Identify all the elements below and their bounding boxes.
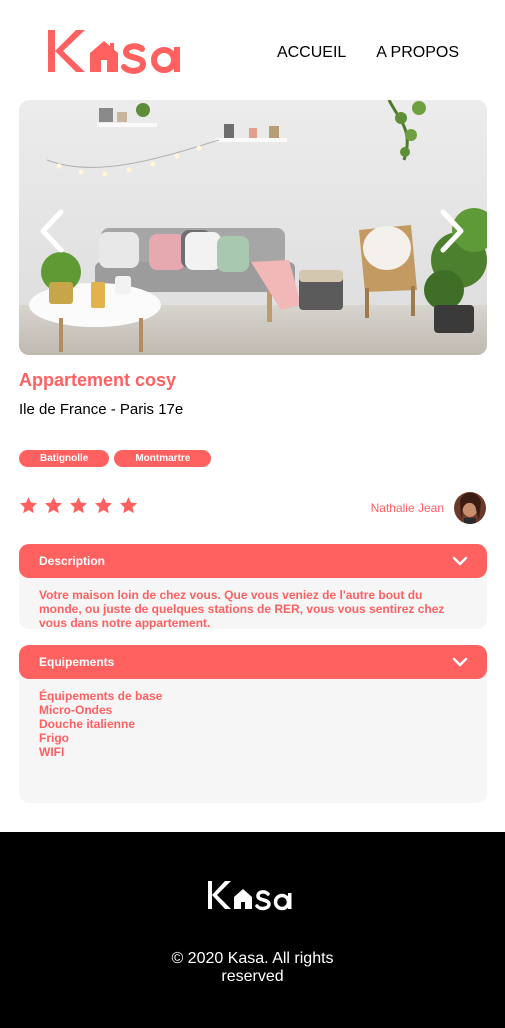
equipment-item: Douche italienne xyxy=(39,717,136,731)
equipments-title: Equipements xyxy=(39,655,115,669)
copyright-line-2: reserved xyxy=(221,968,284,985)
footer-kasa-logo xyxy=(207,879,299,911)
chevron-down-icon xyxy=(452,556,468,566)
star-icon xyxy=(120,497,137,514)
equipments-body: Équipements de base Micro-Ondes Douche i… xyxy=(19,671,487,803)
description-body: Votre maison loin de chez vous. Que vous… xyxy=(19,570,487,630)
copyright-line-1: © 2020 Kasa. All rights xyxy=(171,950,334,967)
rating-stars xyxy=(19,496,138,515)
host-avatar xyxy=(454,492,486,524)
site-footer: © 2020 Kasa. All rights reserved xyxy=(0,832,505,1028)
photo-carousel xyxy=(19,100,487,355)
equipment-item: WIFI xyxy=(39,745,65,759)
footer-kasa-logo-image xyxy=(208,881,292,911)
main-nav: ACCUEIL A PROPOS xyxy=(277,44,459,62)
chevron-left-icon[interactable] xyxy=(37,208,67,254)
star-icon xyxy=(70,497,87,514)
nav-link-a-propos[interactable]: A PROPOS xyxy=(376,44,459,62)
nav-link-accueil[interactable]: ACCUEIL xyxy=(277,44,346,62)
description-title: Description xyxy=(39,554,106,568)
equipment-item: Frigo xyxy=(39,731,69,745)
host-name: Nathalie Jean xyxy=(370,501,444,515)
kasa-logo-image xyxy=(48,30,180,74)
description-toggle[interactable]: Description xyxy=(19,544,487,578)
tag-list: Batignolle Montmartre xyxy=(19,450,212,467)
description-text: Votre maison loin de chez vous. Que vous… xyxy=(39,588,445,630)
star-icon xyxy=(95,497,112,514)
star-icon xyxy=(20,497,37,514)
host-info: Nathalie Jean xyxy=(371,492,486,524)
star-icon xyxy=(45,497,62,514)
site-header: ACCUEIL A PROPOS xyxy=(0,0,505,100)
tag-badge: Batignolle xyxy=(19,450,110,467)
chevron-down-icon xyxy=(452,657,468,667)
tag-badge: Montmartre xyxy=(114,450,212,467)
equipments-collapse: Equipements Équipements de base Micro-On… xyxy=(19,645,487,803)
listing-title: Appartement cosy xyxy=(19,370,177,390)
living-room-photo xyxy=(19,100,487,355)
equipment-item: Micro-Ondes xyxy=(39,703,113,717)
host-avatar-image xyxy=(454,492,486,524)
listing-location: Ile de France - Paris 17e xyxy=(19,401,184,418)
chevron-right-icon[interactable] xyxy=(437,208,467,254)
equipment-item: Équipements de base xyxy=(39,689,163,703)
equipments-toggle[interactable]: Equipements xyxy=(19,645,487,679)
kasa-logo[interactable] xyxy=(46,27,194,75)
copyright-text: © 2020 Kasa. All rights reserved xyxy=(0,950,505,986)
description-collapse: Description Votre maison loin de chez vo… xyxy=(19,544,487,630)
